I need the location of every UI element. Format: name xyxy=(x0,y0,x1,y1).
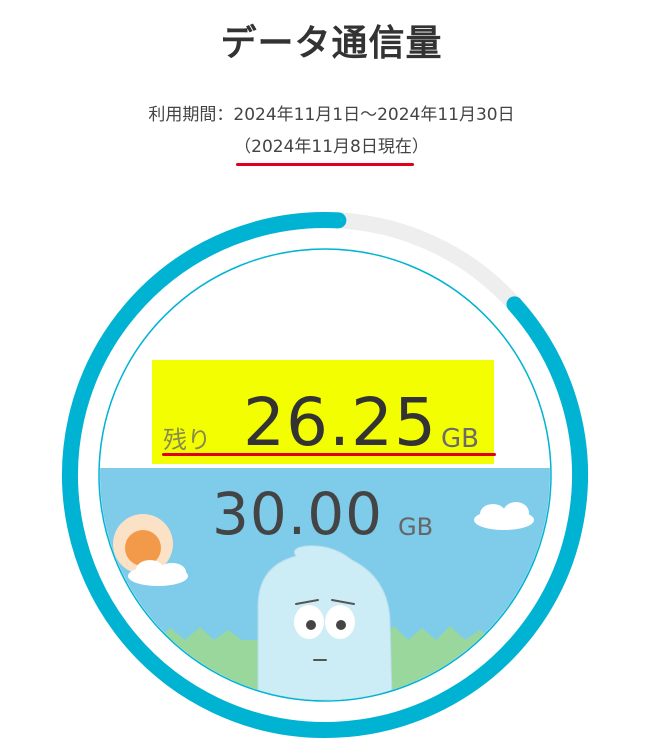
remaining-label: 残り xyxy=(163,426,211,454)
remaining-unit: GB xyxy=(441,424,479,454)
remaining-value: 26.25 xyxy=(243,384,437,461)
total-unit: GB xyxy=(398,513,434,541)
total-value: 30.00 xyxy=(212,480,384,548)
remaining-underline xyxy=(162,453,496,456)
